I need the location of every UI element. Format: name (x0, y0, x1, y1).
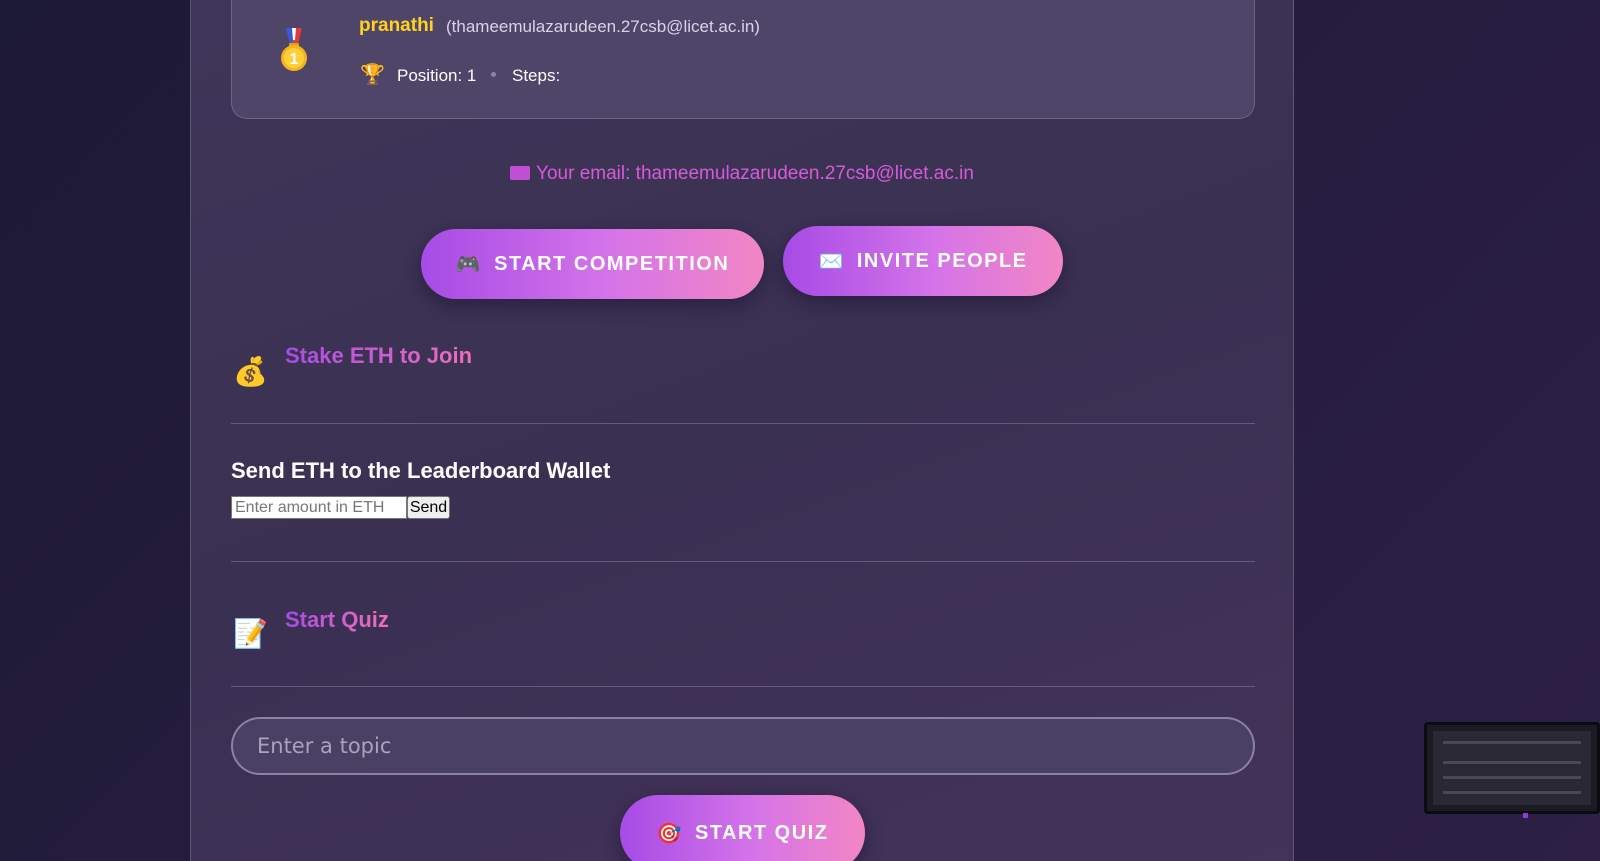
gamepad-icon: 🎮 (455, 253, 483, 276)
target-icon: 🎯 (656, 822, 683, 845)
divider (231, 561, 1255, 562)
thumbnail-row (1443, 791, 1581, 794)
your-email-line: Your email: thameemulazarudeen.27csb@lic… (0, 163, 1484, 185)
separator-dot (491, 72, 496, 77)
invite-people-button[interactable]: ✉️ INVITE PEOPLE (783, 226, 1063, 296)
screen-preview-thumbnail[interactable] (1424, 722, 1600, 818)
start-quiz-title: Start Quiz (285, 607, 389, 632)
your-email-text: Your email: thameemulazarudeen.27csb@lic… (536, 163, 974, 184)
leaderboard-email: (thameemulazarudeen.27csb@licet.ac.in) (446, 17, 760, 36)
send-eth-title: Send ETH to the Leaderboard Wallet (231, 458, 611, 483)
send-button[interactable]: Send (407, 496, 450, 519)
svg-text:1: 1 (290, 51, 299, 68)
thumbnail-row (1443, 741, 1581, 744)
start-competition-button[interactable]: 🎮 START COMPETITION (421, 229, 764, 299)
start-competition-label: START COMPETITION (494, 252, 730, 275)
stake-title: Stake ETH to Join (285, 343, 473, 368)
topic-input[interactable] (231, 717, 1255, 775)
steps-label: Steps: (512, 66, 561, 85)
memo-icon: 📝 (233, 618, 268, 649)
envelope-icon (510, 166, 531, 180)
divider (231, 686, 1255, 687)
start-quiz-button[interactable]: 🎯 START QUIZ (620, 795, 865, 861)
envelope-icon: ✉️ (818, 250, 845, 273)
money-bag-icon: 💰 (233, 356, 268, 387)
thumbnail-row (1443, 776, 1581, 779)
invite-people-label: INVITE PEOPLE (856, 249, 1028, 272)
thumbnail-content (1433, 731, 1591, 818)
thumbnail-accent (1523, 813, 1528, 818)
trophy-icon: 🏆 (360, 64, 385, 86)
start-quiz-label: START QUIZ (694, 821, 829, 844)
position-label: Position: 1 (397, 66, 477, 85)
leaderboard-name: pranathi (359, 15, 434, 36)
thumbnail-row (1443, 761, 1581, 764)
eth-amount-input[interactable] (231, 496, 407, 519)
divider (231, 423, 1255, 424)
gold-medal-icon: 1 (281, 28, 307, 71)
